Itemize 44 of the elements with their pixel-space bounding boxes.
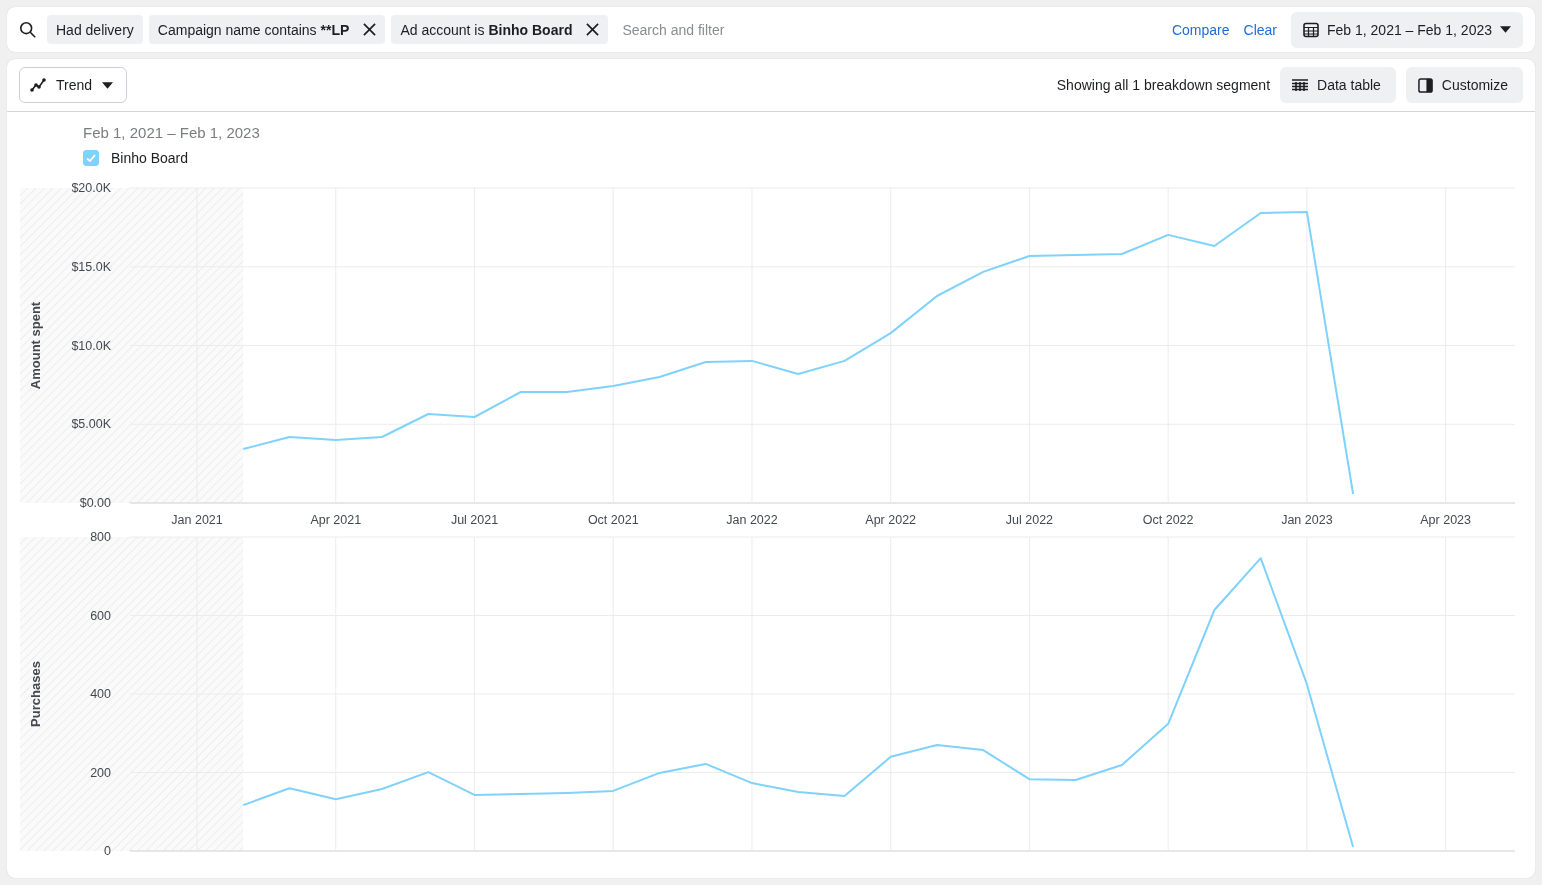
y-tick-label: $10.0K <box>71 338 111 353</box>
y-tick-label: 400 <box>90 687 111 701</box>
x-tick-label: Apr 2021 <box>310 513 362 527</box>
y-tick-label: $20.0K <box>71 181 111 195</box>
x-tick-label: Jan 2021 <box>171 513 223 527</box>
close-icon[interactable] <box>363 23 377 36</box>
calendar-icon <box>1303 21 1319 38</box>
date-range-button[interactable]: Feb 1, 2021 – Feb 1, 2023 <box>1291 11 1523 48</box>
search-icon <box>19 20 37 39</box>
y-tick-label: 800 <box>90 531 111 544</box>
x-tick-label: Oct 2022 <box>1142 513 1194 527</box>
y-tick-label: 0 <box>104 844 111 857</box>
trend-dropdown[interactable]: Trend <box>19 67 128 103</box>
filter-chip[interactable]: Campaign name contains **LP <box>148 15 386 44</box>
segment-info: Showing all 1 breakdown segment <box>1056 77 1271 93</box>
x-tick-label: Apr 2023 <box>1420 513 1471 527</box>
series-checkbox[interactable] <box>83 150 99 166</box>
y-tick-label: $5.00K <box>71 417 111 432</box>
x-tick-label: Jul 2021 <box>450 513 499 527</box>
filter-chip[interactable]: Ad account is Binho Board <box>391 15 609 44</box>
x-tick-label: Jan 2022 <box>726 513 778 527</box>
filter-chip[interactable]: Had delivery <box>47 15 143 44</box>
caret-icon <box>1500 26 1511 33</box>
x-tick-label: Jan 2023 <box>1281 513 1333 527</box>
x-tick-label: Oct 2021 <box>587 513 639 527</box>
x-tick-label: Apr 2022 <box>865 513 917 527</box>
series-label: Binho Board <box>111 150 189 166</box>
data-table-button[interactable]: Data table <box>1280 67 1396 103</box>
y-tick-label: $0.00 <box>79 496 111 510</box>
y-axis-title: Purchases <box>28 661 43 727</box>
panel-icon <box>1417 77 1433 93</box>
customize-button[interactable]: Customize <box>1405 67 1523 103</box>
x-tick-label: Jul 2022 <box>1005 513 1054 527</box>
y-axis-title: Amount spent <box>28 301 43 390</box>
close-icon[interactable] <box>586 23 600 36</box>
table-icon <box>1292 79 1309 91</box>
legend-date-range: Feb 1, 2021 – Feb 1, 2023 <box>83 124 261 141</box>
text-link[interactable]: Clear <box>1243 21 1277 38</box>
caret-icon <box>102 81 114 89</box>
y-tick-label: 200 <box>90 765 111 780</box>
text-link[interactable]: Compare <box>1171 21 1230 38</box>
y-tick-label: $15.0K <box>71 259 111 274</box>
trend-icon <box>30 78 46 92</box>
y-tick-label: 600 <box>90 608 111 623</box>
